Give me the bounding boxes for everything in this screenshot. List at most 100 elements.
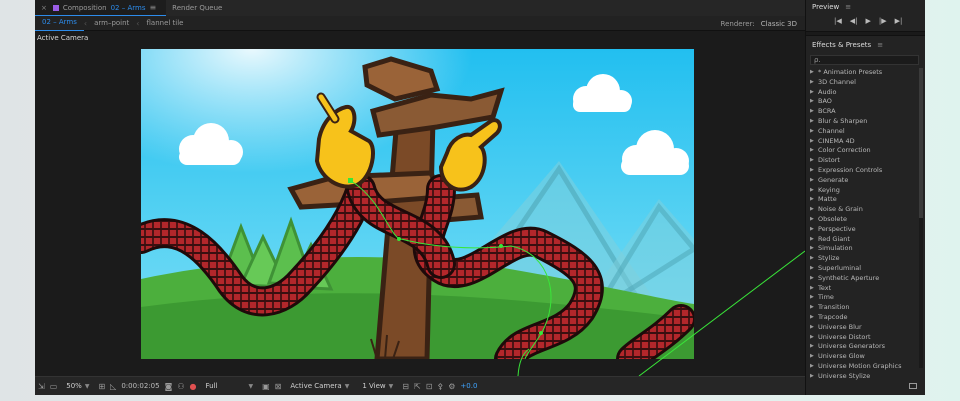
- effects-category-item[interactable]: ▶ BCRA: [810, 107, 925, 117]
- breadcrumb-item[interactable]: arm–point: [87, 19, 136, 27]
- effects-category-item[interactable]: ▶ Matte: [810, 195, 925, 205]
- effects-category-item[interactable]: ▶ Distort: [810, 156, 925, 166]
- disclosure-triangle-icon[interactable]: ▶: [810, 274, 816, 284]
- first-frame-button[interactable]: |◀: [834, 17, 842, 25]
- view-dropdown[interactable]: Active Camera ▼: [286, 382, 353, 390]
- effects-category-item[interactable]: ▶ Synthetic Aperture: [810, 274, 925, 284]
- disclosure-triangle-icon[interactable]: ▶: [810, 97, 816, 107]
- disclosure-triangle-icon[interactable]: ▶: [810, 186, 816, 196]
- close-icon[interactable]: ×: [41, 4, 47, 12]
- grid-icon[interactable]: ⊞: [98, 382, 105, 391]
- disclosure-triangle-icon[interactable]: ▶: [810, 323, 816, 333]
- timeline-icon[interactable]: ⊡: [426, 382, 433, 391]
- disclosure-triangle-icon[interactable]: ▶: [810, 107, 816, 117]
- effects-category-item[interactable]: ▶ Noise & Grain: [810, 205, 925, 215]
- play-button[interactable]: ▶: [866, 17, 871, 25]
- layout-dropdown[interactable]: 1 View ▼: [358, 382, 397, 390]
- disclosure-triangle-icon[interactable]: ▶: [810, 156, 816, 166]
- effects-category-item[interactable]: ▶ Color Correction: [810, 146, 925, 156]
- flowchart-icon[interactable]: ⚴: [437, 382, 443, 391]
- new-folder-icon[interactable]: [909, 383, 917, 389]
- disclosure-triangle-icon[interactable]: ▶: [810, 313, 816, 323]
- disclosure-triangle-icon[interactable]: ▶: [810, 372, 816, 382]
- effects-category-item[interactable]: ▶ Superluminal: [810, 264, 925, 274]
- disclosure-triangle-icon[interactable]: ▶: [810, 146, 816, 156]
- disclosure-triangle-icon[interactable]: ▶: [810, 352, 816, 362]
- disclosure-triangle-icon[interactable]: ▶: [810, 264, 816, 274]
- disclosure-triangle-icon[interactable]: ▶: [810, 342, 816, 352]
- disclosure-triangle-icon[interactable]: ▶: [810, 362, 816, 372]
- scrollbar-thumb[interactable]: [919, 68, 923, 218]
- disclosure-triangle-icon[interactable]: ▶: [810, 293, 816, 303]
- disclosure-triangle-icon[interactable]: ▶: [810, 88, 816, 98]
- disclosure-triangle-icon[interactable]: ▶: [810, 117, 816, 127]
- composition-viewer[interactable]: Active Camera: [35, 31, 805, 376]
- show-snapshot-icon[interactable]: ⚇: [177, 382, 184, 391]
- tab-render-queue[interactable]: Render Queue: [166, 0, 232, 16]
- composition-canvas[interactable]: [141, 49, 694, 359]
- breadcrumb-item[interactable]: flannel tile: [140, 19, 191, 27]
- effects-category-item[interactable]: ▶ 3D Channel: [810, 78, 925, 88]
- effects-category-item[interactable]: ▶ Red Giant: [810, 235, 925, 245]
- transparency-grid-icon[interactable]: ⊠: [275, 382, 282, 391]
- disclosure-triangle-icon[interactable]: ▶: [810, 303, 816, 313]
- previous-frame-button[interactable]: ◀|: [850, 17, 858, 25]
- always-preview-icon[interactable]: ⇲: [38, 382, 45, 391]
- disclosure-triangle-icon[interactable]: ▶: [810, 78, 816, 88]
- disclosure-triangle-icon[interactable]: ▶: [810, 254, 816, 264]
- effects-category-item[interactable]: ▶ Audio: [810, 88, 925, 98]
- effects-category-item[interactable]: ▶ Blur & Sharpen: [810, 117, 925, 127]
- mask-icon[interactable]: ◺: [110, 382, 116, 391]
- effects-category-item[interactable]: ▶ Text: [810, 284, 925, 294]
- effects-category-item[interactable]: ▶ Obsolete: [810, 215, 925, 225]
- effects-category-item[interactable]: ▶ Universe Glow: [810, 352, 925, 362]
- disclosure-triangle-icon[interactable]: ▶: [810, 195, 816, 205]
- disclosure-triangle-icon[interactable]: ▶: [810, 137, 816, 147]
- color-channel-icon[interactable]: ●: [190, 382, 197, 391]
- disclosure-triangle-icon[interactable]: ▶: [810, 205, 816, 215]
- effects-category-item[interactable]: ▶ Universe Motion Graphics: [810, 362, 925, 372]
- effects-category-item[interactable]: ▶ Expression Controls: [810, 166, 925, 176]
- timecode[interactable]: 0:00:02:05: [121, 382, 159, 390]
- effects-category-item[interactable]: ▶ Universe Generators: [810, 342, 925, 352]
- region-of-interest-icon[interactable]: ▣: [262, 382, 270, 391]
- panel-menu-icon[interactable]: ≡: [845, 3, 851, 11]
- disclosure-triangle-icon[interactable]: ▶: [810, 127, 816, 137]
- effects-category-item[interactable]: ▶ Generate: [810, 176, 925, 186]
- disclosure-triangle-icon[interactable]: ▶: [810, 235, 816, 245]
- effects-category-item[interactable]: ▶ Channel: [810, 127, 925, 137]
- next-frame-button[interactable]: |▶: [879, 17, 887, 25]
- fast-previews-icon[interactable]: ⇱: [414, 382, 421, 391]
- effects-category-item[interactable]: ▶ Trapcode: [810, 313, 925, 323]
- effects-scrollbar[interactable]: [919, 68, 923, 368]
- effects-category-item[interactable]: ▶ Universe Stylize: [810, 372, 925, 382]
- disclosure-triangle-icon[interactable]: ▶: [810, 333, 816, 343]
- panel-menu-icon[interactable]: ≡: [877, 41, 883, 49]
- effects-category-item[interactable]: ▶ Universe Distort: [810, 333, 925, 343]
- disclosure-triangle-icon[interactable]: ▶: [810, 68, 816, 78]
- disclosure-triangle-icon[interactable]: ▶: [810, 225, 816, 235]
- effects-search-input[interactable]: ρ.: [810, 55, 919, 65]
- effects-category-item[interactable]: ▶ Stylize: [810, 254, 925, 264]
- breadcrumb-item[interactable]: 02 – Arms: [35, 16, 84, 31]
- effects-category-item[interactable]: ▶ CINEMA 4D: [810, 137, 925, 147]
- renderer-selector[interactable]: Renderer: Classic 3D: [721, 16, 797, 31]
- effects-category-item[interactable]: ▶ * Animation Presets: [810, 68, 925, 78]
- panel-divider[interactable]: [806, 31, 925, 36]
- effects-category-item[interactable]: ▶ Time: [810, 293, 925, 303]
- tab-composition[interactable]: × Composition 02 – Arms ≡: [35, 0, 167, 16]
- effects-category-item[interactable]: ▶ Simulation: [810, 244, 925, 254]
- effects-category-item[interactable]: ▶ Universe Blur: [810, 323, 925, 333]
- monitor-icon[interactable]: ▭: [50, 382, 58, 391]
- disclosure-triangle-icon[interactable]: ▶: [810, 215, 816, 225]
- disclosure-triangle-icon[interactable]: ▶: [810, 166, 816, 176]
- camera-snapshot-icon[interactable]: ◙: [165, 382, 173, 391]
- disclosure-triangle-icon[interactable]: ▶: [810, 244, 816, 254]
- disclosure-triangle-icon[interactable]: ▶: [810, 176, 816, 186]
- exposure-value[interactable]: +0.0: [460, 382, 477, 390]
- exposure-icon[interactable]: ⚙: [448, 382, 455, 391]
- last-frame-button[interactable]: ▶|: [895, 17, 903, 25]
- panel-menu-icon[interactable]: ≡: [149, 3, 156, 12]
- resolution-dropdown[interactable]: Full ▼: [202, 382, 258, 390]
- effects-category-item[interactable]: ▶ Keying: [810, 186, 925, 196]
